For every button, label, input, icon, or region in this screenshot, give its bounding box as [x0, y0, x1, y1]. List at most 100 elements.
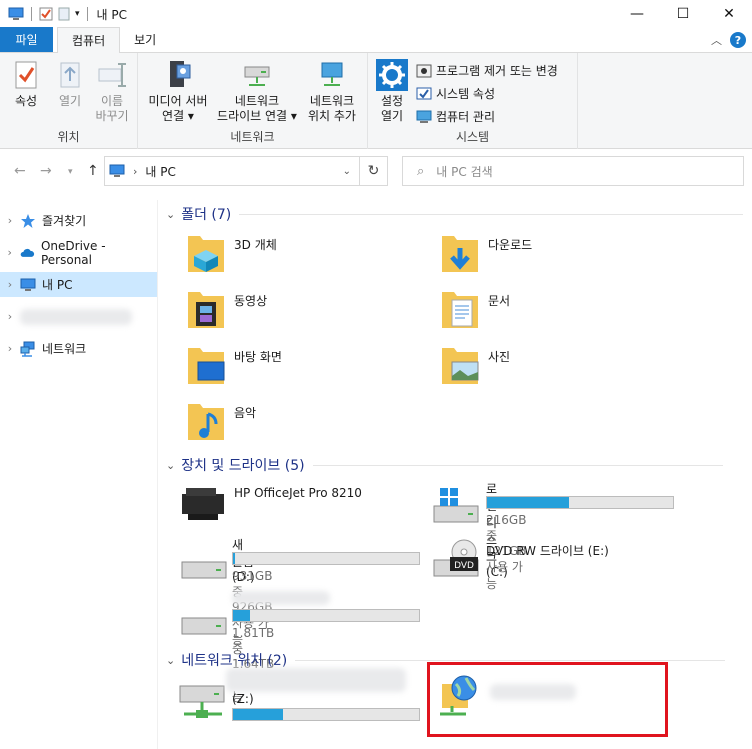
folder-videos[interactable]: 동영상 — [184, 288, 267, 332]
drive-c-icon-wrap[interactable] — [432, 486, 480, 526]
computer-icon — [109, 164, 125, 177]
quick-access-toolbar: ▾ — [0, 7, 91, 21]
address-bar[interactable]: › 내 PC ⌄ — [104, 156, 360, 186]
drive-redacted-usage-fill — [233, 610, 250, 621]
computer-icon — [8, 7, 24, 20]
expand-chevron-icon[interactable]: › — [0, 310, 20, 323]
collapse-chevron-icon[interactable]: ⌄ — [166, 654, 175, 667]
drive-c-usage-fill — [487, 497, 569, 508]
folder-pictures[interactable]: 사진 — [438, 344, 510, 388]
open-icon — [60, 62, 80, 88]
computer-management-button[interactable]: 컴퓨터 관리 — [416, 108, 495, 125]
rename-icon — [98, 63, 126, 87]
expand-chevron-icon[interactable]: › — [0, 342, 20, 355]
expand-chevron-icon[interactable]: › — [0, 246, 19, 259]
title-bar: ▾ 내 PC — ☐ ✕ — [0, 0, 752, 28]
redacted-network-drive-name — [226, 668, 406, 692]
search-input[interactable]: ⌕ 내 PC 검색 — [402, 156, 744, 186]
folder-desktop[interactable]: 바탕 화면 — [184, 344, 282, 388]
group-label-system: 시스템 — [455, 130, 490, 144]
collapse-chevron-icon[interactable]: ⌄ — [166, 208, 175, 221]
dvd-drive-icon: DVD — [433, 539, 479, 577]
hard-drive-icon — [181, 617, 227, 635]
cloud-icon — [21, 248, 35, 257]
tab-view[interactable]: 보기 — [120, 27, 170, 52]
sidebar-item-network[interactable]: › 네트워크 — [0, 336, 157, 361]
highlight-box — [427, 662, 668, 737]
add-network-location-button[interactable]: 네트워크 위치 추가 — [300, 59, 364, 124]
recent-dropdown-icon[interactable]: ▾ — [68, 167, 73, 177]
map-network-drive-button[interactable]: 네트워크 드라이브 연결 ▾ — [214, 59, 300, 124]
downloads-folder-icon — [442, 236, 478, 272]
system-properties-button[interactable]: 시스템 속성 — [416, 85, 495, 102]
breadcrumb[interactable]: 내 PC — [145, 163, 175, 180]
open-button[interactable]: 열기 — [52, 59, 88, 109]
minimize-button[interactable]: — — [614, 0, 660, 28]
printer-icon — [182, 488, 224, 520]
drive-d-usage-bar — [232, 552, 420, 565]
expand-chevron-icon[interactable]: › — [0, 278, 20, 291]
sidebar-item-redacted[interactable]: › — [0, 304, 157, 329]
expand-chevron-icon[interactable]: › — [0, 214, 20, 227]
address-dropdown-icon[interactable]: ⌄ — [343, 166, 351, 177]
ribbon-collapse-icon[interactable]: ︿ — [711, 32, 722, 48]
section-devices[interactable]: ⌄ 장치 및 드라이브 (5) — [166, 455, 723, 475]
forward-arrow-icon[interactable]: → — [40, 163, 52, 179]
back-arrow-icon[interactable]: ← — [14, 163, 26, 179]
desktop-folder-icon — [188, 348, 225, 384]
network-drive-icon — [179, 685, 225, 718]
drive-e[interactable]: DVD DVD RW 드라이브 (E:) — [432, 538, 609, 580]
ribbon: 속성 열기 이름 바꾸기 위치 미디어 서버 연결 ▾ 네트워크 드라이브 연결… — [0, 53, 752, 149]
search-placeholder: 내 PC 검색 — [436, 164, 493, 179]
tab-computer[interactable]: 컴퓨터 — [57, 27, 121, 53]
computer-icon — [20, 278, 36, 291]
refresh-button[interactable]: ↻ — [360, 156, 388, 186]
system-properties-icon — [416, 87, 432, 99]
sidebar-item-onedrive[interactable]: › OneDrive - Personal — [0, 239, 157, 267]
new-folder-qa-icon[interactable] — [57, 7, 71, 21]
group-label-location: 위치 — [57, 130, 80, 144]
media-server-button[interactable]: 미디어 서버 연결 ▾ — [142, 59, 214, 124]
open-settings-button[interactable]: 설정 열기 — [372, 59, 412, 124]
network-drive-icon — [244, 66, 270, 86]
computer-management-icon — [416, 110, 432, 123]
tab-file[interactable]: 파일 — [0, 27, 53, 52]
sidebar-item-this-pc[interactable]: › 내 PC — [0, 272, 157, 297]
drive-redacted-icon-wrap[interactable] — [180, 604, 228, 640]
rename-button[interactable]: 이름 바꾸기 — [92, 59, 132, 124]
documents-folder-icon — [442, 292, 478, 328]
device-printer[interactable]: HP OfficeJet Pro 8210 — [178, 484, 362, 524]
star-icon — [21, 213, 35, 228]
drive-d-icon-wrap[interactable] — [180, 548, 228, 584]
folder-music[interactable]: 음악 — [184, 400, 256, 444]
qa-dropdown-icon[interactable]: ▾ — [75, 9, 80, 19]
up-arrow-icon[interactable]: ↑ — [87, 163, 99, 179]
folder-downloads[interactable]: 다운로드 — [438, 232, 532, 276]
pictures-folder-icon — [442, 348, 479, 384]
uninstall-program-button[interactable]: 프로그램 제거 또는 변경 — [416, 62, 558, 79]
properties-button[interactable]: 속성 — [8, 59, 44, 109]
section-folders[interactable]: ⌄ 폴더 (7) — [166, 204, 744, 224]
windows-drive-icon — [433, 488, 479, 523]
videos-folder-icon — [188, 292, 224, 328]
folder-documents[interactable]: 문서 — [438, 288, 510, 332]
help-icon[interactable]: ? — [730, 32, 746, 48]
properties-qa-icon[interactable] — [39, 7, 53, 21]
network-drive-z-icon-wrap[interactable] — [178, 680, 228, 724]
maximize-button[interactable]: ☐ — [660, 0, 706, 28]
close-button[interactable]: ✕ — [706, 0, 752, 28]
group-location: 속성 열기 이름 바꾸기 위치 — [0, 53, 138, 149]
media-server-icon — [170, 61, 191, 87]
folder-3d-objects[interactable]: 3D 개체 — [184, 232, 277, 276]
group-network: 미디어 서버 연결 ▾ 네트워크 드라이브 연결 ▾ 네트워크 위치 추가 네트… — [138, 53, 368, 149]
music-folder-icon — [188, 404, 224, 440]
gear-icon — [376, 59, 408, 91]
network-drive-z-usage-fill — [233, 709, 284, 720]
sidebar-item-quick-access[interactable]: › 즐겨찾기 — [0, 208, 157, 233]
drive-d-usage-fill — [233, 553, 235, 564]
ribbon-tabs: 파일 컴퓨터 보기 ︿ ? — [0, 27, 752, 53]
collapse-chevron-icon[interactable]: ⌄ — [166, 459, 175, 472]
drive-redacted-usage-bar — [232, 609, 420, 622]
breadcrumb-chevron-icon[interactable]: › — [133, 165, 137, 178]
dvd-badge-text: DVD — [454, 561, 474, 571]
